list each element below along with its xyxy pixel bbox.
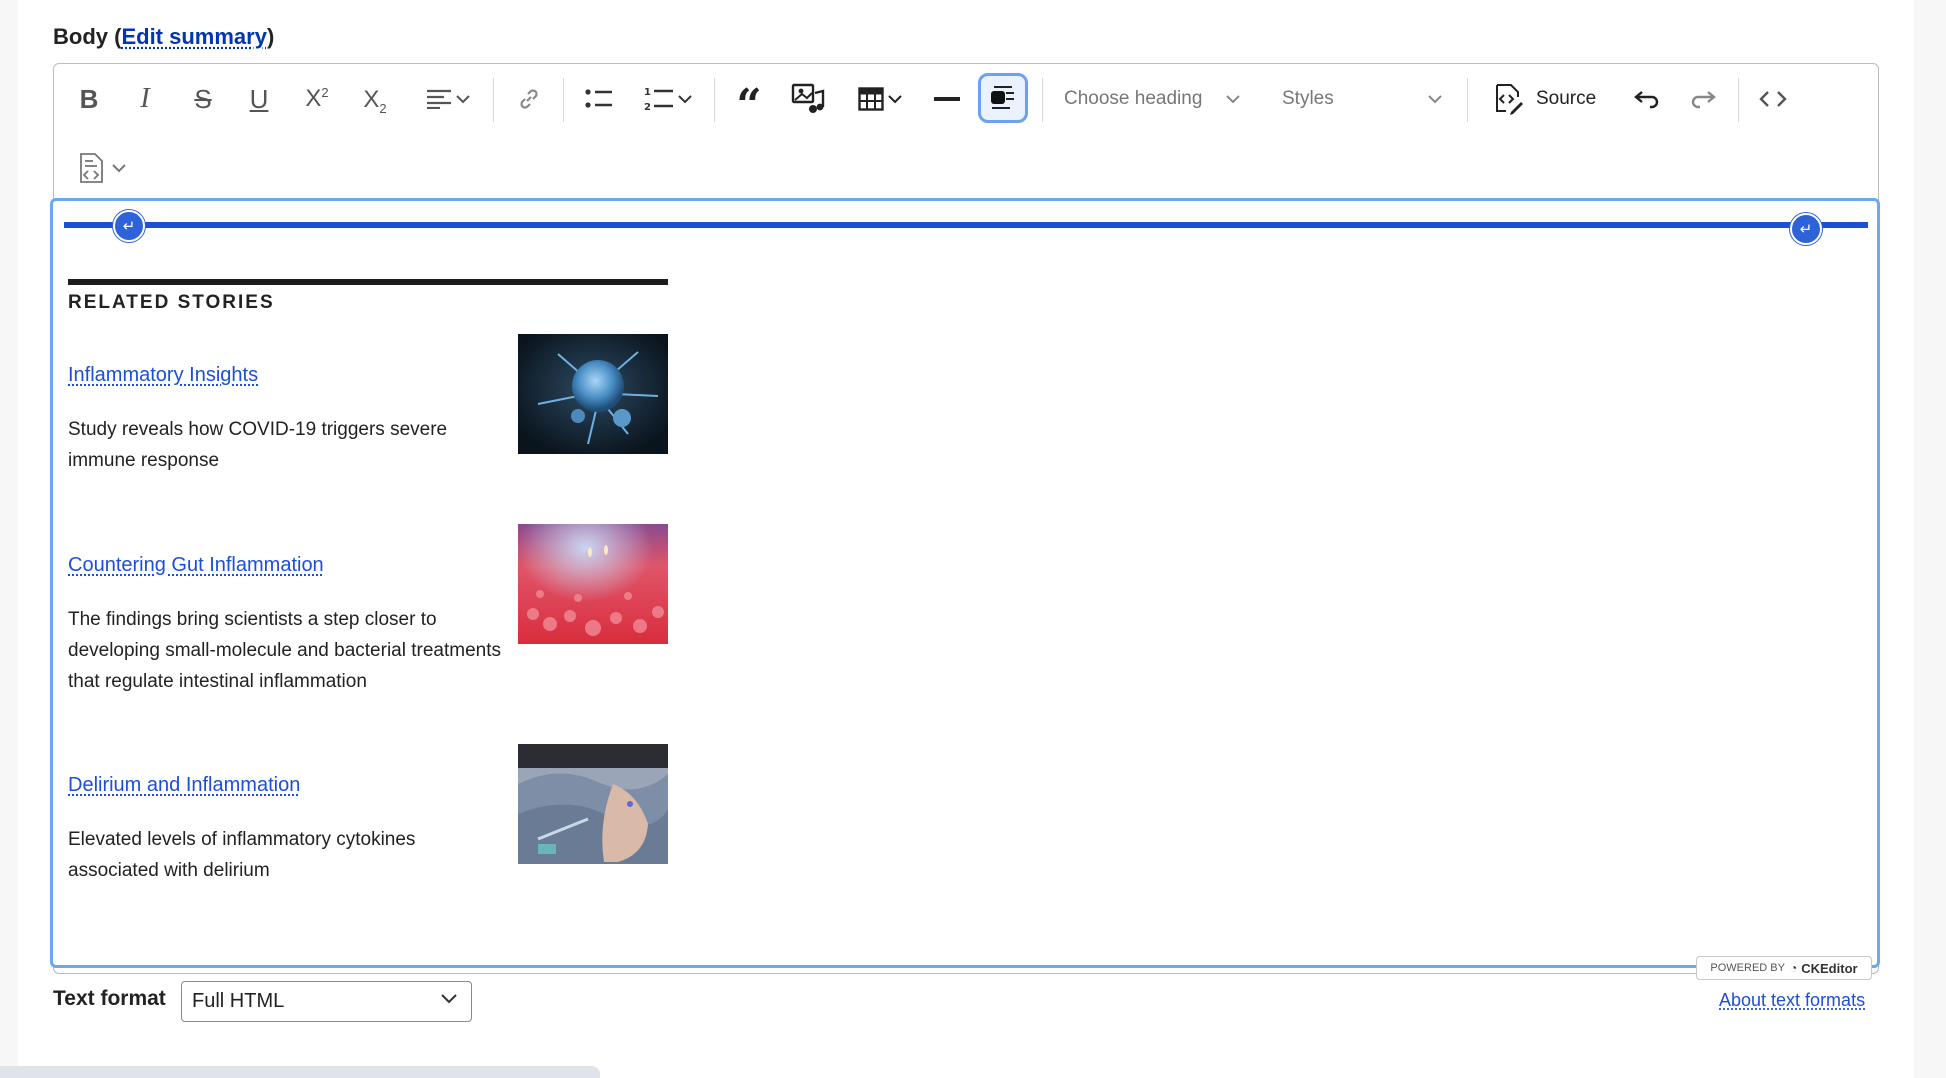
text-format-selected-value: Full HTML bbox=[192, 990, 285, 1012]
story-link[interactable]: Countering Gut Inflammation bbox=[68, 554, 324, 577]
story-link[interactable]: Delirium and Inflammation bbox=[68, 774, 300, 797]
chevron-down-icon bbox=[888, 94, 902, 103]
chevron-down-icon bbox=[112, 163, 126, 172]
story-description: The findings bring scientists a step clo… bbox=[68, 609, 502, 692]
chevron-down-icon bbox=[441, 994, 457, 1004]
chevron-down-icon bbox=[678, 94, 692, 103]
superscript-button[interactable]: X2 bbox=[298, 79, 336, 119]
chevron-down-icon bbox=[1428, 94, 1442, 103]
numbered-list-dropdown[interactable]: 12 bbox=[638, 79, 698, 119]
story-description: Study reveals how COVID-19 triggers seve… bbox=[68, 419, 448, 471]
toolbar-separator bbox=[714, 78, 715, 122]
underline-icon: U bbox=[249, 83, 269, 114]
align-left-icon bbox=[427, 89, 451, 109]
undo-button[interactable] bbox=[1630, 79, 1664, 119]
italic-button[interactable]: I bbox=[128, 79, 162, 119]
bold-icon: B bbox=[79, 83, 99, 114]
source-editing-dropdown[interactable] bbox=[70, 148, 134, 188]
media-icon bbox=[791, 83, 825, 113]
numbered-list-icon: 12 bbox=[644, 87, 673, 112]
template-icon bbox=[991, 86, 1014, 109]
toolbar-separator bbox=[1738, 78, 1739, 122]
horizontal-line-icon bbox=[934, 97, 960, 101]
link-button[interactable] bbox=[512, 79, 546, 119]
insert-media-button[interactable] bbox=[788, 79, 828, 119]
chevron-down-icon bbox=[456, 94, 470, 103]
table-icon bbox=[858, 87, 884, 111]
source-button[interactable]: Source bbox=[1494, 79, 1604, 119]
bottom-bar bbox=[0, 1066, 600, 1078]
horizontal-line-button[interactable] bbox=[930, 79, 964, 119]
heading-dropdown-label: Choose heading bbox=[1064, 88, 1203, 109]
edit-summary-link[interactable]: Edit summary bbox=[121, 24, 267, 49]
code-icon bbox=[1759, 91, 1787, 107]
ckeditor-logo-icon: ◔ bbox=[1789, 961, 1798, 975]
text-format-label: Text format bbox=[53, 987, 166, 1010]
styles-dropdown-label: Styles bbox=[1282, 88, 1334, 109]
return-icon: ↵ bbox=[1799, 220, 1813, 238]
underline-button[interactable]: U bbox=[242, 79, 276, 119]
chevron-down-icon bbox=[1226, 94, 1241, 103]
story-thumbnail[interactable] bbox=[518, 334, 668, 454]
insert-template-button[interactable] bbox=[978, 73, 1028, 123]
strikethrough-button[interactable]: S bbox=[186, 79, 220, 119]
toolbar-separator bbox=[1467, 78, 1468, 122]
svg-text:2: 2 bbox=[644, 102, 651, 112]
toolbar-separator bbox=[493, 78, 494, 122]
svg-text:1: 1 bbox=[644, 87, 651, 98]
strikethrough-icon: S bbox=[194, 83, 212, 114]
toolbar-separator bbox=[563, 78, 564, 122]
link-icon bbox=[520, 89, 538, 109]
return-icon: ↵ bbox=[122, 217, 136, 235]
block-quote-icon: “ bbox=[736, 80, 762, 131]
document-code-icon bbox=[80, 153, 103, 183]
bulleted-list-icon bbox=[585, 89, 612, 108]
text-format-select[interactable]: Full HTML bbox=[181, 981, 472, 1022]
code-block-button[interactable] bbox=[1756, 79, 1790, 119]
source-label: Source bbox=[1536, 88, 1597, 109]
heading-dropdown[interactable]: Choose heading bbox=[1064, 79, 1244, 119]
insert-paragraph-before-handle[interactable]: ↵ bbox=[113, 210, 145, 242]
related-stories-divider bbox=[68, 279, 668, 285]
story-thumbnail[interactable] bbox=[518, 744, 668, 864]
body-field-label: Body (Edit summary) bbox=[53, 24, 275, 49]
story-thumbnail[interactable] bbox=[518, 524, 668, 644]
related-stories-heading: RELATED STORIES bbox=[68, 292, 275, 313]
text-align-dropdown[interactable] bbox=[418, 79, 478, 119]
insert-table-dropdown[interactable] bbox=[852, 79, 908, 119]
story-description: Elevated levels of inflammatory cytokine… bbox=[68, 829, 416, 881]
superscript-icon: X2 bbox=[305, 85, 329, 112]
source-icon bbox=[1496, 84, 1523, 115]
italic-icon: I bbox=[140, 83, 150, 114]
insert-paragraph-after-handle[interactable]: ↵ bbox=[1790, 213, 1822, 245]
selected-block-indicator bbox=[64, 222, 1868, 228]
subscript-button[interactable]: X2 bbox=[356, 81, 394, 121]
redo-button[interactable] bbox=[1686, 79, 1720, 119]
story-link[interactable]: Inflammatory Insights bbox=[68, 364, 258, 387]
about-text-formats-link[interactable]: About text formats bbox=[1719, 990, 1865, 1011]
bulleted-list-button[interactable] bbox=[582, 79, 616, 119]
subscript-icon: X2 bbox=[363, 86, 387, 116]
redo-icon bbox=[1691, 91, 1716, 109]
toolbar-separator bbox=[1042, 78, 1043, 122]
styles-dropdown[interactable]: Styles bbox=[1282, 79, 1446, 119]
powered-by-ckeditor-badge[interactable]: POWERED BY ◔ CKEditor bbox=[1696, 956, 1872, 980]
bold-button[interactable]: B bbox=[72, 79, 106, 119]
block-quote-button[interactable]: “ bbox=[732, 79, 766, 131]
undo-icon bbox=[1634, 91, 1659, 109]
